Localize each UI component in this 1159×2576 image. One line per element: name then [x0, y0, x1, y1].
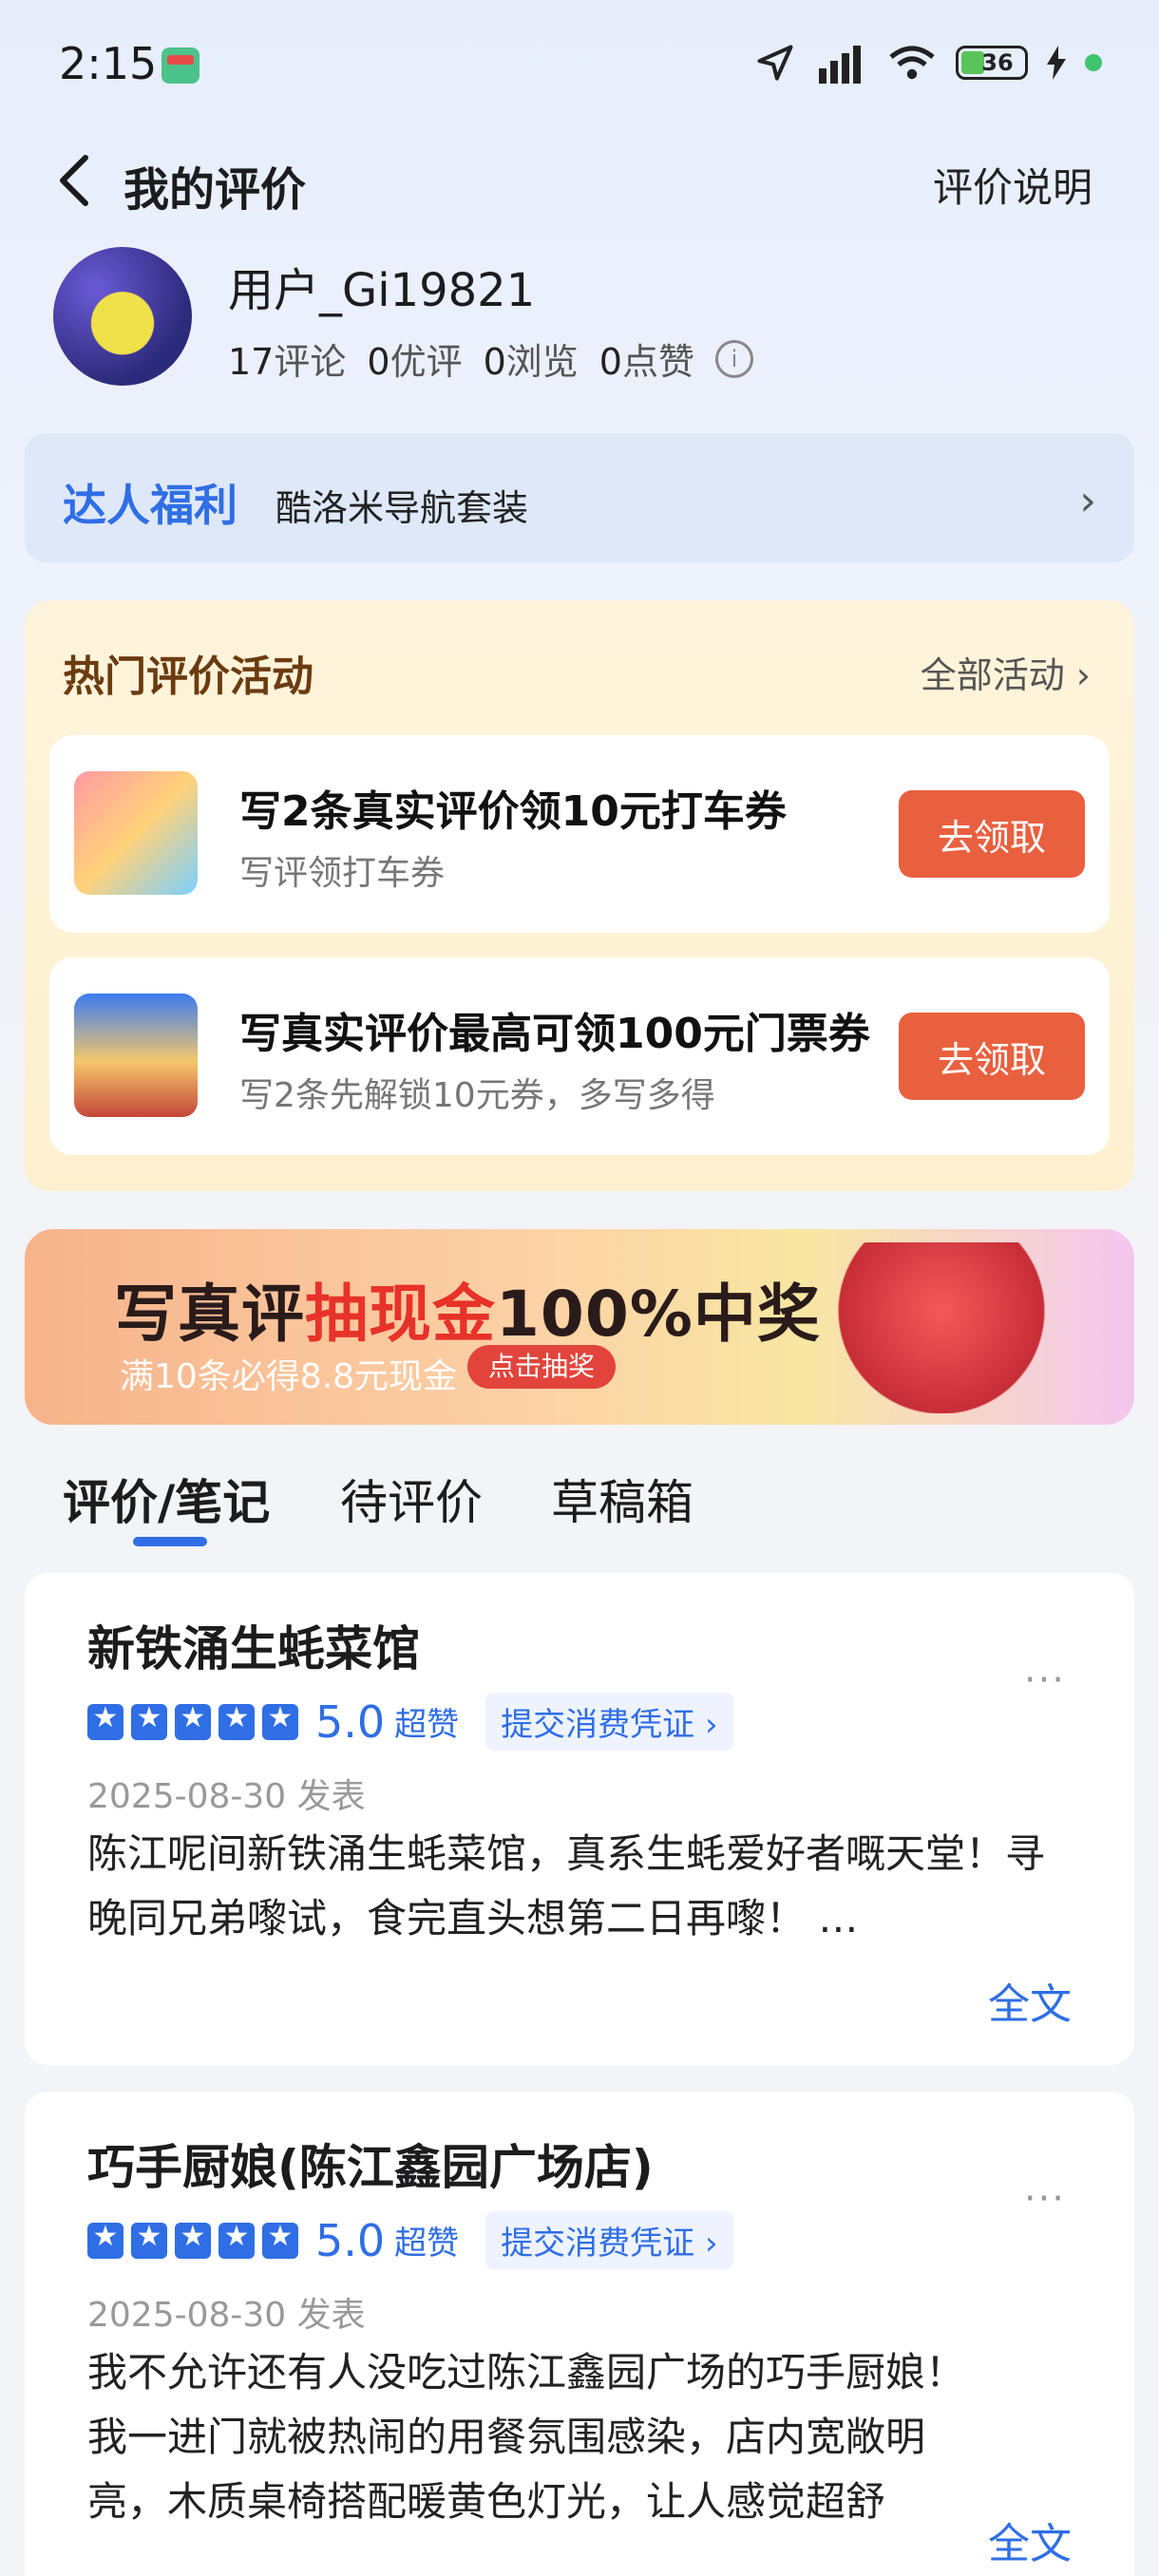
star-icon — [131, 1701, 167, 1740]
wifi-icon — [889, 46, 935, 80]
star-icon — [87, 1701, 124, 1740]
star-icon — [218, 1701, 255, 1740]
activity-item[interactable]: 写2条真实评价领10元打车券 写评领打车券 去领取 — [49, 735, 1110, 933]
header: 我的评价 评价说明 — [0, 133, 1159, 228]
review-guide-link[interactable]: 评价说明 — [933, 156, 1092, 214]
more-options-icon[interactable]: ··· — [1024, 2177, 1066, 2221]
privacy-indicator-dot — [1085, 54, 1102, 71]
claim-button[interactable]: 去领取 — [899, 790, 1085, 878]
shop-name[interactable]: 新铁涌生蚝菜馆 — [87, 1611, 420, 1679]
star-icon — [262, 2220, 298, 2259]
review-tabs: 评价/笔记 待评价 草稿箱 — [0, 1453, 1159, 1558]
all-activities-link[interactable]: 全部活动 › — [921, 646, 1091, 698]
charging-icon — [1047, 46, 1066, 80]
star-icon — [175, 2220, 211, 2259]
activity-thumbnail — [74, 771, 198, 895]
activity-title: 写真实评价最高可领100元门票券 — [239, 1010, 870, 1058]
profile-stats: 17评论 0优评 0浏览 0点赞 i — [228, 332, 753, 385]
full-text-link[interactable]: 全文 — [988, 1970, 1072, 2031]
activity-title: 写2条真实评价领10元打车券 — [239, 787, 787, 836]
stat-views: 0浏览 — [483, 341, 579, 383]
tab-pending-reviews[interactable]: 待评价 — [340, 1465, 483, 1533]
status-bar: 2:15 36 — [0, 0, 1159, 133]
activity-subtitle: 写评领打车券 — [239, 854, 446, 893]
activity-thumbnail — [74, 994, 198, 1117]
hot-activities-section: 热门评价活动 全部活动 › 写2条真实评价领10元打车券 写评领打车券 去领取 … — [25, 600, 1134, 1191]
star-icon — [218, 2220, 255, 2259]
info-icon[interactable]: i — [714, 339, 753, 378]
app-notification-icon — [162, 47, 200, 84]
active-tab-indicator — [133, 1537, 207, 1546]
battery-level: 36 — [981, 49, 1014, 76]
review-card[interactable]: 巧手厨娘(陈江鑫园广场店) ··· 5.0 超赞 提交消费凭证 › 2025-0… — [25, 2092, 1134, 2576]
review-date: 2025-08-30 发表 — [87, 2296, 366, 2335]
rating-label: 超赞 — [394, 2225, 460, 2263]
tab-reviews-notes[interactable]: 评价/笔记 — [63, 1465, 270, 1533]
lottery-button[interactable]: 点击抽奖 — [467, 1345, 617, 1389]
status-icons: 36 — [754, 42, 1102, 84]
stat-likes: 0点赞 — [598, 341, 694, 383]
activity-subtitle: 写2条先解锁10元券，多写多得 — [239, 1076, 715, 1115]
stat-quality: 0优评 — [367, 341, 463, 383]
submit-voucher-link[interactable]: 提交消费凭证 › — [485, 1693, 733, 1751]
banner-title: 写真评抽现金100%中奖 — [114, 1278, 821, 1351]
avatar[interactable] — [53, 247, 192, 386]
status-time: 2:15 — [59, 38, 158, 89]
submit-voucher-link[interactable]: 提交消费凭证 › — [485, 2211, 733, 2269]
back-icon[interactable] — [48, 152, 104, 209]
more-options-icon[interactable]: ··· — [1024, 1658, 1066, 1702]
page-title: 我的评价 — [124, 163, 307, 217]
rating-row: 5.0 超赞 提交消费凭证 › — [87, 2211, 733, 2269]
battery-icon: 36 — [956, 46, 1028, 80]
rating-label: 超赞 — [394, 1706, 460, 1744]
chevron-right-icon: › — [1075, 654, 1091, 696]
rating-score: 5.0 — [315, 1695, 386, 1748]
claim-button[interactable]: 去领取 — [899, 1013, 1085, 1100]
promo-banner[interactable]: 写真评抽现金100%中奖 满10条必得8.8元现金 点击抽奖 — [25, 1229, 1134, 1425]
banner-subtitle: 满10条必得8.8元现金 — [120, 1357, 458, 1396]
review-text: 陈江呢间新铁涌生蚝菜馆，真系生蚝爱好者嘅天堂！寻晚同兄弟嚟试，食完直头想第二日再… — [87, 1830, 1046, 1941]
star-icon — [262, 1701, 298, 1740]
full-text-link[interactable]: 全文 — [988, 2510, 1072, 2570]
star-icon — [175, 1701, 211, 1740]
activity-item[interactable]: 写真实评价最高可领100元门票券 写2条先解锁10元券，多写多得 去领取 — [49, 957, 1110, 1155]
shop-name[interactable]: 巧手厨娘(陈江鑫园广场店) — [87, 2130, 654, 2198]
chevron-right-icon: › — [1079, 477, 1096, 525]
rating-score: 5.0 — [315, 2214, 386, 2266]
expert-benefits-card[interactable]: 达人福利 酷洛米导航套装 › — [25, 433, 1134, 562]
rating-row: 5.0 超赞 提交消费凭证 › — [87, 1693, 733, 1751]
review-date: 2025-08-30 发表 — [87, 1777, 366, 1816]
tab-drafts[interactable]: 草稿箱 — [551, 1465, 694, 1533]
expert-benefits-description: 酷洛米导航套装 — [276, 487, 529, 529]
activities-title: 热门评价活动 — [63, 653, 314, 701]
username: 用户_Gi19821 — [228, 264, 536, 317]
expert-benefits-title: 达人福利 — [63, 480, 238, 531]
star-icon — [87, 2220, 124, 2259]
gift-box-icon — [830, 1242, 1077, 1413]
location-icon — [757, 45, 793, 81]
review-text: 我不允许还有人没吃过陈江鑫园广场的巧手厨娘！我一进门就被热闹的用餐氛围感染，店内… — [87, 2349, 966, 2525]
star-icon — [131, 2220, 167, 2259]
stat-reviews: 17评论 — [228, 341, 347, 383]
review-card[interactable]: 新铁涌生蚝菜馆 ··· 5.0 超赞 提交消费凭证 › 2025-08-30 发… — [25, 1573, 1134, 2065]
signal-icon — [819, 46, 861, 84]
